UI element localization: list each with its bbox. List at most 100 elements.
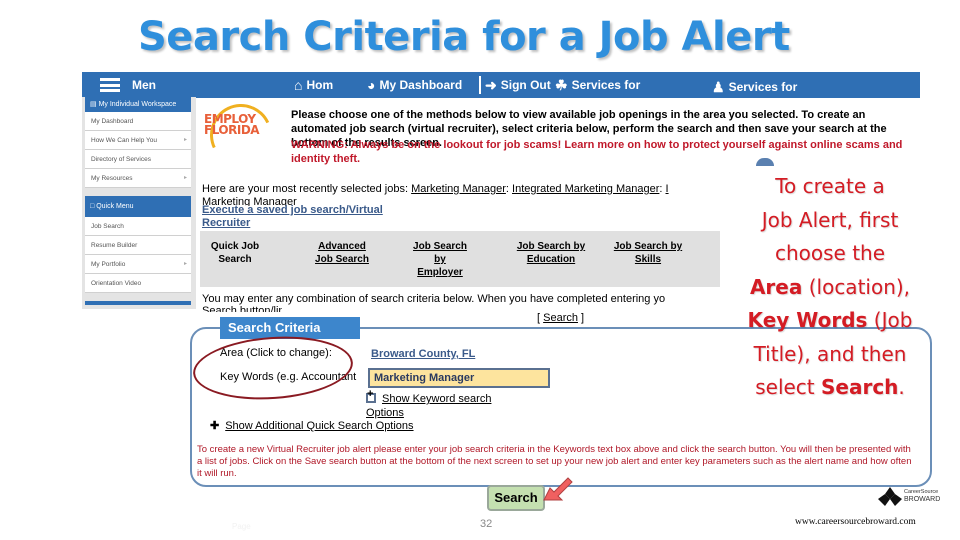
page-number: 32: [480, 518, 493, 530]
callout-line: choose the: [774, 241, 886, 265]
sidebar-item-label: Orientation Video: [91, 280, 142, 287]
dashboard-label: My Dashboard: [379, 78, 463, 92]
callout-text: select: [755, 375, 821, 399]
search-link-bracket: [ Search ]: [537, 312, 585, 324]
method-advanced-job-search[interactable]: Advanced Job Search: [312, 240, 372, 266]
slide-title: Search Criteria for a Job Alert: [138, 14, 790, 60]
services-label-2: Services for: [728, 80, 798, 94]
search-link[interactable]: Search: [543, 312, 578, 324]
criteria-instructions: You may enter any combination of search …: [202, 293, 666, 305]
sidebar-item-label: My Portfolio: [91, 261, 126, 268]
callout-line: Area (location),: [730, 271, 930, 305]
careersource-logo-icon: [878, 487, 902, 506]
additional-options-toggle[interactable]: ✚ Show Additional Quick Search Options: [210, 419, 414, 432]
sidebar-item-directory[interactable]: Directory of Services: [85, 150, 191, 169]
chevron-right-icon: ▸: [183, 261, 187, 267]
menu-label: Men: [132, 78, 156, 92]
sign-out-link[interactable]: ➜ Sign Out: [485, 72, 551, 98]
chevron-right-icon: ▸: [183, 137, 187, 143]
logo-line-2: BROWARD: [904, 496, 941, 503]
callout-area-bold: Area: [749, 274, 803, 299]
callout-search-bold: Search: [821, 375, 899, 399]
employ-florida-logo: EMPLOY FLORIDA: [201, 95, 281, 175]
execute-saved-search-link[interactable]: Execute a saved job search/Virtual Recru…: [202, 204, 402, 230]
callout-text: (location),: [802, 274, 911, 299]
faint-footer-text: Page: [232, 522, 251, 531]
sidebar-item-resources[interactable]: My Resources ▸: [85, 169, 191, 188]
sidebar-header-workspace[interactable]: ▤ My Individual Workspace: [85, 97, 191, 112]
instruction-callout: To create a Job Alert, first choose the …: [730, 170, 930, 405]
sign-out-icon: ➜: [485, 77, 497, 93]
sidebar-item-resume-builder[interactable]: Resume Builder: [85, 236, 191, 255]
search-methods-bar: Quick Job Search Advanced Job Search Job…: [200, 231, 720, 287]
scam-warning-link[interactable]: WARNING: Always be on the lookout for jo…: [291, 138, 923, 166]
callout-dome-decoration: [756, 158, 774, 166]
callout-text: (Job: [867, 308, 913, 332]
top-navbar: Men ⌂ Hom ◕ My Dashboard ➜ Sign Out ☘ Se…: [82, 72, 920, 98]
callout-line: Title), and then: [753, 341, 907, 366]
logo-text: EMPLOY FLORIDA: [204, 113, 260, 137]
dashboard-icon: ◕: [367, 77, 376, 93]
sidebar-header-quick-menu[interactable]: □ Quick Menu: [85, 196, 191, 217]
sidebar-item-help[interactable]: How We Can Help You ▸: [85, 131, 191, 150]
method-job-search-employer[interactable]: Job Search by Employer: [410, 240, 470, 279]
sidebar-header-label: My Individual Workspace: [98, 101, 177, 108]
hamburger-icon: [100, 78, 120, 92]
dashboard-link[interactable]: ◕ My Dashboard: [367, 72, 462, 98]
callout-line: Key Words (Job: [730, 304, 930, 338]
criteria-instructions-2: Search button/link.: [202, 305, 282, 312]
logo-line-1: CareerSource: [904, 489, 939, 495]
nav-divider: [479, 76, 482, 94]
recent-job-link[interactable]: I: [666, 183, 669, 195]
footer-url: www.careersourcebroward.com: [795, 517, 916, 527]
sidebar-item-label: My Dashboard: [91, 118, 134, 125]
expand-icon: [366, 388, 376, 403]
home-link[interactable]: ⌂ Hom: [294, 72, 333, 98]
area-link[interactable]: Broward County, FL: [371, 348, 475, 360]
sidebar-item-label: My Resources: [91, 175, 133, 182]
method-quick-job-search[interactable]: Quick Job Search: [205, 240, 265, 266]
sidebar-item-orientation[interactable]: Orientation Video: [85, 274, 191, 293]
recent-jobs-label: Here are your most recently selected job…: [202, 183, 409, 195]
chevron-right-icon: ▸: [183, 175, 187, 181]
sidebar: ▤ My Individual Workspace My Dashboard H…: [82, 97, 196, 309]
pointer-arrow-icon: [543, 477, 573, 501]
sidebar-item-job-search[interactable]: Job Search: [85, 217, 191, 236]
sign-out-label: Sign Out: [500, 78, 551, 92]
method-job-search-skills[interactable]: Job Search by Skills: [608, 240, 688, 266]
sidebar-item-label: How We Can Help You: [91, 137, 158, 144]
keyword-options-toggle[interactable]: Show Keyword search: [366, 388, 491, 405]
recent-job-link[interactable]: Integrated Marketing Manager: [512, 183, 659, 195]
callout-keywords-bold: Key Words: [747, 308, 868, 332]
sidebar-footer-bar: [85, 301, 191, 305]
workspace-icon: ▤: [90, 101, 99, 108]
person-icon: ♟: [712, 79, 725, 95]
sidebar-item-label: Job Search: [91, 223, 124, 230]
recent-job-link[interactable]: Marketing Manager: [411, 183, 506, 195]
careersource-logo-text: CareerSource BROWARD: [904, 489, 940, 503]
services-label-1: Services for: [571, 78, 641, 92]
home-label: Hom: [306, 78, 334, 92]
services-link-1[interactable]: ☘ Services for: [555, 72, 640, 98]
building-icon: ☘: [555, 77, 568, 93]
plus-icon: ✚: [210, 420, 220, 432]
method-job-search-education[interactable]: Job Search by Education: [513, 240, 589, 266]
recent-jobs: Here are your most recently selected job…: [202, 183, 669, 195]
callout-line: select Search.: [730, 371, 930, 405]
keywords-input[interactable]: [368, 368, 550, 388]
sidebar-item-label: Directory of Services: [91, 156, 151, 163]
services-link-2[interactable]: ♟ Services for: [712, 74, 797, 100]
logo-line-2: FLORIDA: [204, 123, 260, 137]
menu-button[interactable]: Men: [100, 72, 156, 98]
callout-line: Job Alert, first: [761, 207, 899, 232]
callout-text: .: [898, 375, 905, 399]
keyword-options-link[interactable]: Show Keyword search: [382, 393, 491, 405]
search-button[interactable]: Search: [487, 485, 545, 511]
sidebar-item-portfolio[interactable]: My Portfolio ▸: [85, 255, 191, 274]
sidebar-item-dashboard[interactable]: My Dashboard: [85, 112, 191, 131]
additional-options-link[interactable]: Show Additional Quick Search Options: [225, 420, 413, 432]
callout-line: To create a: [775, 174, 885, 198]
keyword-options-link-2[interactable]: Options: [366, 407, 404, 419]
sidebar-item-label: Resume Builder: [91, 242, 138, 249]
